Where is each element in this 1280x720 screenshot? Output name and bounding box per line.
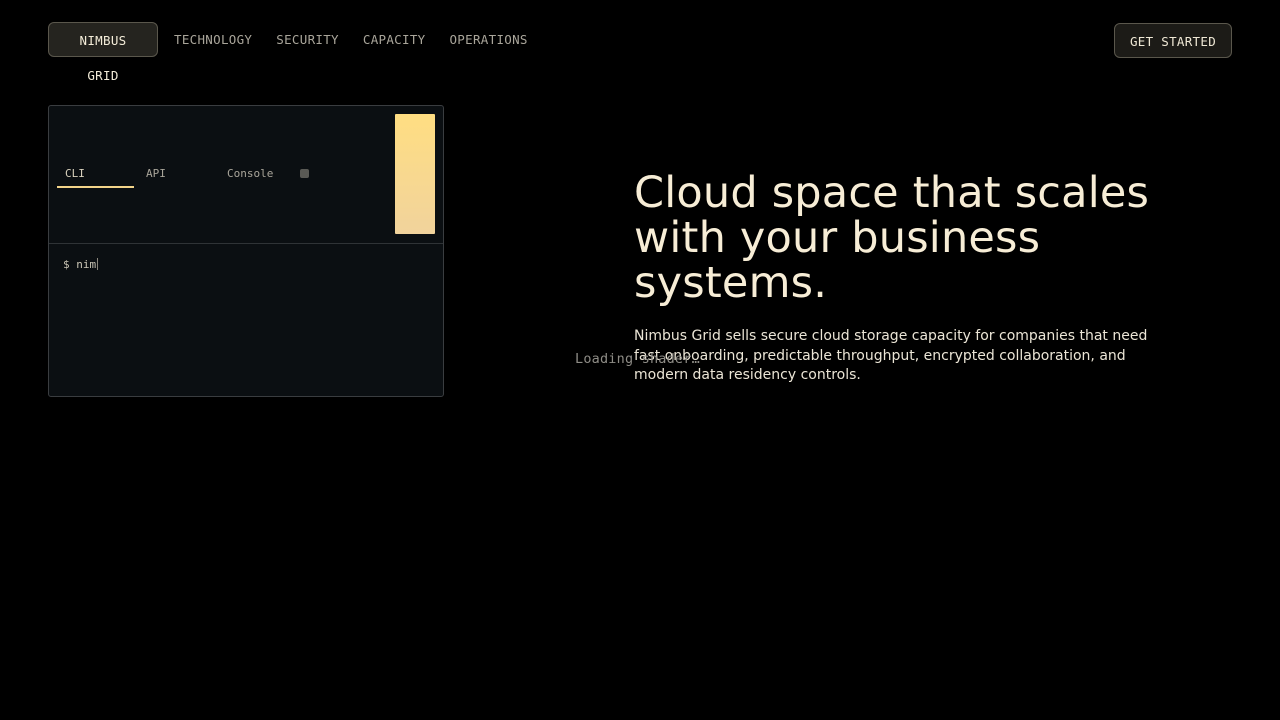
hero-section: Cloud space that scales with your busine… — [634, 171, 1194, 386]
get-started-button[interactable]: GET STARTED — [1114, 23, 1232, 58]
nav-link-operations[interactable]: OPERATIONS — [449, 32, 527, 47]
text-cursor-icon — [97, 258, 99, 270]
nav-links: TECHNOLOGY SECURITY CAPACITY OPERATIONS — [174, 22, 552, 57]
terminal-header: CLI API Console — [49, 106, 443, 244]
hero-subtitle: Nimbus Grid sells secure cloud storage c… — [634, 328, 1148, 383]
tab-api[interactable]: API — [146, 167, 166, 180]
active-tab-indicator — [57, 186, 134, 188]
nav-link-security[interactable]: SECURITY — [276, 32, 339, 47]
top-nav: NIMBUS GRID TECHNOLOGY SECURITY CAPACITY… — [48, 22, 1232, 83]
hero-title: Cloud space that scales with your busine… — [634, 168, 1150, 308]
accent-bar — [395, 114, 435, 234]
nav-link-capacity[interactable]: CAPACITY — [363, 32, 426, 47]
loading-indicator: Loading shader… — [575, 351, 700, 367]
terminal-prompt[interactable]: $ nim — [63, 258, 99, 271]
tab-console[interactable]: Console — [227, 167, 273, 180]
tab-cli[interactable]: CLI — [65, 167, 85, 180]
prompt-text: $ nim — [63, 258, 97, 271]
terminal-panel: CLI API Console $ nim — [48, 105, 444, 397]
nav-link-technology[interactable]: TECHNOLOGY — [174, 32, 252, 47]
brand-button[interactable]: NIMBUS GRID — [48, 22, 158, 83]
status-dot-icon — [300, 169, 309, 178]
